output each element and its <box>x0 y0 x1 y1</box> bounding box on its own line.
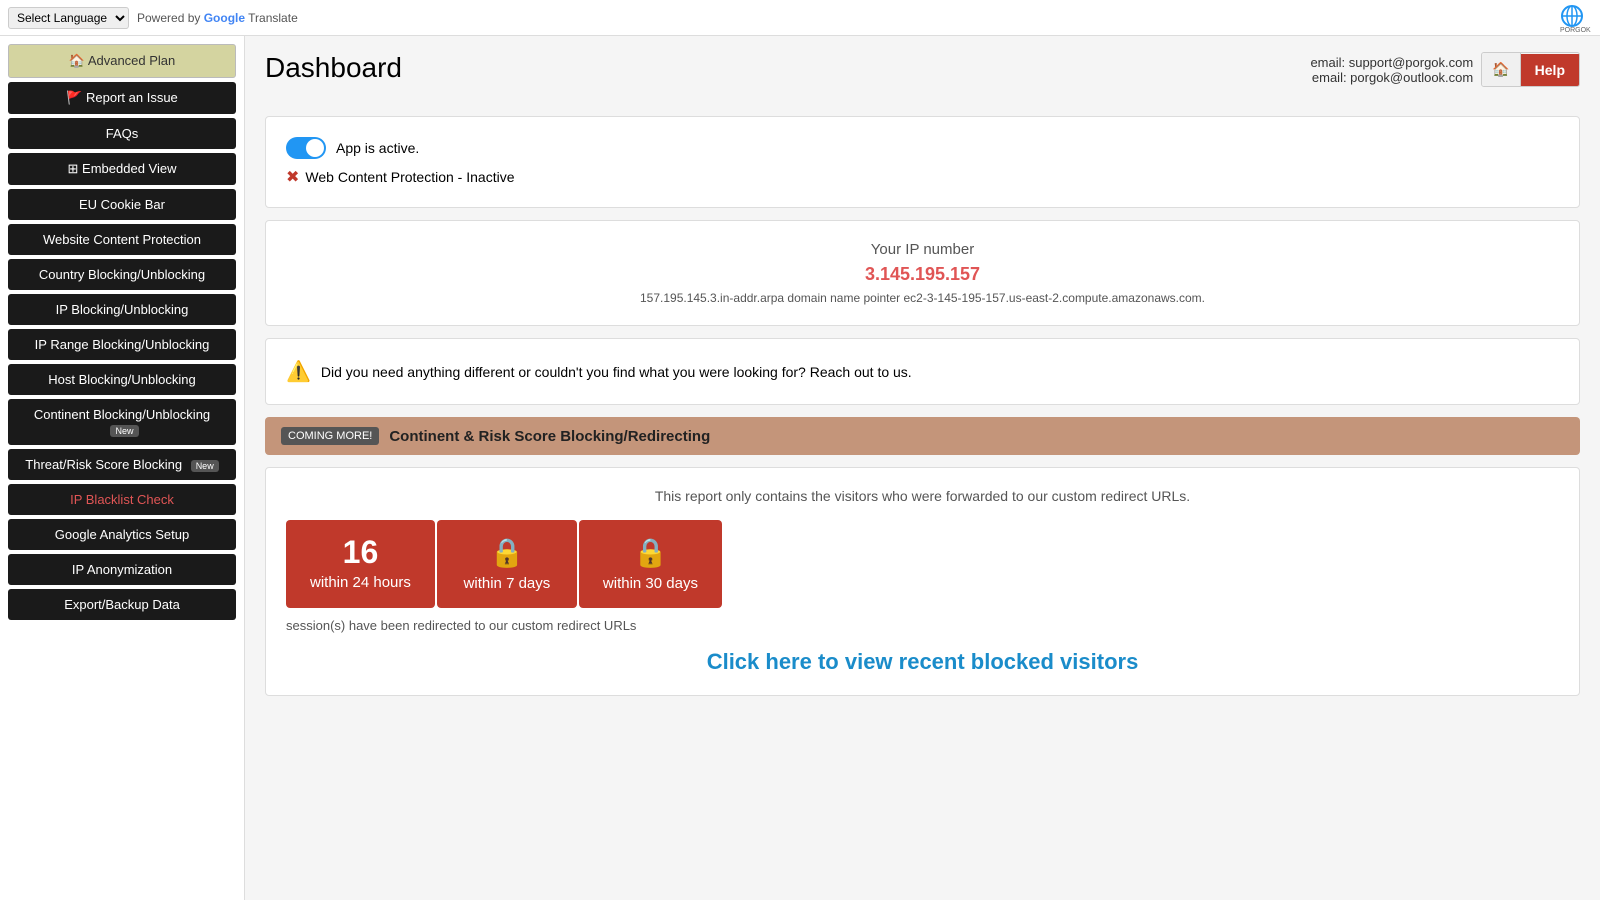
ip-range-blocking-button[interactable]: IP Range Blocking/Unblocking <box>8 329 236 360</box>
ip-anonymization-button[interactable]: IP Anonymization <box>8 554 236 585</box>
lock-icon-30d: 🔒 <box>603 536 698 569</box>
alert-text: Did you need anything different or could… <box>321 364 912 380</box>
stats-boxes: 16 within 24 hours 🔒 within 7 days 🔒 wit… <box>286 520 1559 608</box>
sessions-text: session(s) have been redirected to our c… <box>286 618 1559 633</box>
top-bar: Select Language Powered by Google Transl… <box>0 0 1600 36</box>
view-blocked-link[interactable]: Click here to view recent blocked visito… <box>286 649 1559 675</box>
stat-box-30d: 🔒 within 30 days <box>579 520 722 608</box>
help-label[interactable]: Help <box>1521 54 1579 86</box>
logo: PORGOK <box>1552 2 1592 34</box>
continent-new-badge: New <box>110 425 138 437</box>
app-active-row: App is active. <box>286 137 1559 159</box>
header-right: email: support@porgok.com email: porgok@… <box>1310 52 1580 87</box>
home-help-icon: 🏠 <box>1482 53 1520 86</box>
coming-more-badge: COMING MORE! <box>281 427 379 445</box>
report-issue-button[interactable]: 🚩 Report an Issue <box>8 82 236 114</box>
country-blocking-button[interactable]: Country Blocking/Unblocking <box>8 259 236 290</box>
ip-blacklist-button[interactable]: IP Blacklist Check <box>8 484 236 515</box>
eu-cookie-bar-button[interactable]: EU Cookie Bar <box>8 189 236 220</box>
page-title: Dashboard <box>265 52 402 84</box>
alert-icon: ⚠️ <box>286 359 311 384</box>
app-active-text: App is active. <box>336 140 419 156</box>
ip-card: Your IP number 3.145.195.157 157.195.145… <box>265 220 1580 326</box>
app-status-card: App is active. ✖ Web Content Protection … <box>265 116 1580 208</box>
web-content-inactive-text: Web Content Protection - Inactive <box>305 169 514 185</box>
coming-more-title: Continent & Risk Score Blocking/Redirect… <box>389 428 710 445</box>
grid-icon: ⊞ <box>68 161 79 176</box>
language-select[interactable]: Select Language <box>8 7 129 29</box>
sidebar: 🏠 Advanced Plan 🚩 Report an Issue FAQs ⊞… <box>0 36 245 900</box>
continent-blocking-button[interactable]: Continent Blocking/Unblocking New <box>8 399 236 445</box>
threat-risk-blocking-button[interactable]: Threat/Risk Score Blocking New <box>8 449 236 480</box>
svg-text:PORGOK: PORGOK <box>1560 27 1591 34</box>
translate-text: Powered by Google Translate <box>137 11 298 25</box>
stats-card: This report only contains the visitors w… <box>265 467 1580 696</box>
red-x-icon: ✖ <box>286 167 299 187</box>
ip-blocking-button[interactable]: IP Blocking/Unblocking <box>8 294 236 325</box>
web-content-inactive-row: ✖ Web Content Protection - Inactive <box>286 167 1559 187</box>
header-emails: email: support@porgok.com email: porgok@… <box>1310 55 1473 85</box>
ip-address: 3.145.195.157 <box>286 264 1559 285</box>
host-blocking-button[interactable]: Host Blocking/Unblocking <box>8 364 236 395</box>
stat-label-24h: within 24 hours <box>310 574 411 591</box>
app-active-toggle[interactable] <box>286 137 326 159</box>
google-analytics-button[interactable]: Google Analytics Setup <box>8 519 236 550</box>
ip-domain: 157.195.145.3.in-addr.arpa domain name p… <box>286 291 1559 305</box>
ip-label: Your IP number <box>286 241 1559 258</box>
alert-card: ⚠️ Did you need anything different or co… <box>265 338 1580 405</box>
stat-number-24h: 16 <box>310 536 411 568</box>
main-layout: 🏠 Advanced Plan 🚩 Report an Issue FAQs ⊞… <box>0 36 1600 900</box>
stat-label-30d: within 30 days <box>603 575 698 592</box>
flag-icon: 🚩 <box>66 90 82 105</box>
coming-more-banner: COMING MORE! Continent & Risk Score Bloc… <box>265 417 1580 455</box>
stat-box-24h: 16 within 24 hours <box>286 520 435 608</box>
threat-new-badge: New <box>191 460 219 472</box>
home-icon: 🏠 <box>69 53 85 68</box>
faqs-button[interactable]: FAQs <box>8 118 236 149</box>
website-content-protection-button[interactable]: Website Content Protection <box>8 224 236 255</box>
advanced-plan-button[interactable]: 🏠 Advanced Plan <box>8 44 236 78</box>
stats-description: This report only contains the visitors w… <box>286 488 1559 504</box>
lock-icon-7d: 🔒 <box>461 536 553 569</box>
help-button[interactable]: 🏠 Help <box>1481 52 1580 87</box>
stat-box-7d: 🔒 within 7 days <box>437 520 577 608</box>
export-backup-button[interactable]: Export/Backup Data <box>8 589 236 620</box>
content-area: Dashboard email: support@porgok.com emai… <box>245 36 1600 900</box>
embedded-view-button[interactable]: ⊞ Embedded View <box>8 153 236 185</box>
stat-label-7d: within 7 days <box>461 575 553 592</box>
